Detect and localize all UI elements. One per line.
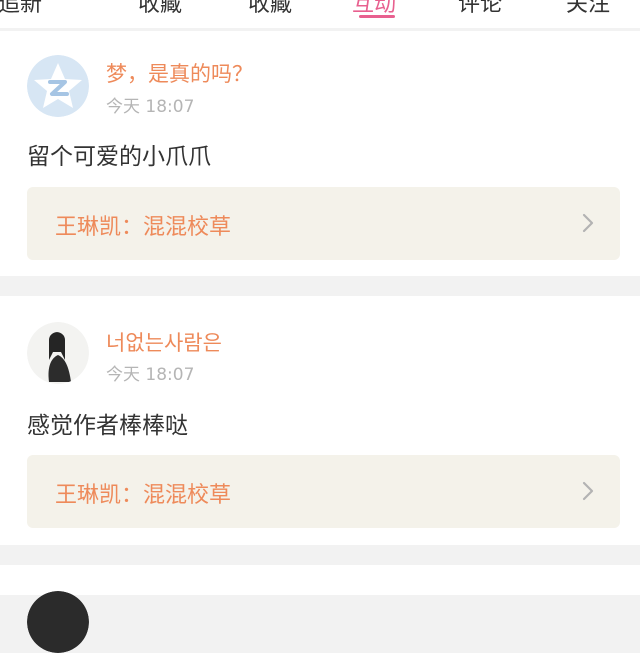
comment-card: 너없는사람은 今天 18:07 感觉作者棒棒哒 王琳凯：混混校草 <box>0 296 640 545</box>
timestamp: 今天 18:07 <box>106 97 195 117</box>
tab-1[interactable]: 收藏 <box>138 0 182 18</box>
tab-4[interactable]: 评论 <box>458 0 502 18</box>
reference-text: 王琳凯：混混校草 <box>55 215 232 240</box>
qzone-default-avatar-icon <box>27 55 89 117</box>
reference-box[interactable]: 王琳凯：混混校草 <box>27 187 620 260</box>
tab-0[interactable]: 追新 <box>0 0 42 18</box>
tab-bar: 追新 收藏 收藏 互动 评论 关注 <box>0 0 640 28</box>
timestamp: 今天 18:07 <box>106 365 195 385</box>
avatar[interactable] <box>27 55 89 117</box>
username[interactable]: 너없는사람은 <box>106 327 222 357</box>
avatar[interactable] <box>27 591 89 653</box>
user-photo-avatar <box>27 322 89 384</box>
username[interactable]: 梦，是真的吗？ <box>106 58 253 88</box>
comment-card <box>0 565 640 653</box>
chevron-right-icon <box>582 213 594 233</box>
comment-text: 感觉作者棒棒哒 <box>27 413 188 439</box>
comment-text: 留个可爱的小爪爪 <box>27 144 211 170</box>
reference-text: 王琳凯：混混校草 <box>55 483 232 508</box>
avatar[interactable] <box>27 322 89 384</box>
active-tab-indicator <box>359 15 395 18</box>
tab-2[interactable]: 收藏 <box>248 0 292 18</box>
comment-card: 梦，是真的吗？ 今天 18:07 留个可爱的小爪爪 王琳凯：混混校草 <box>0 31 640 276</box>
tab-5[interactable]: 关注 <box>566 0 610 18</box>
reference-box[interactable]: 王琳凯：混混校草 <box>27 455 620 528</box>
user-photo-avatar <box>27 591 89 653</box>
chevron-right-icon <box>582 481 594 501</box>
